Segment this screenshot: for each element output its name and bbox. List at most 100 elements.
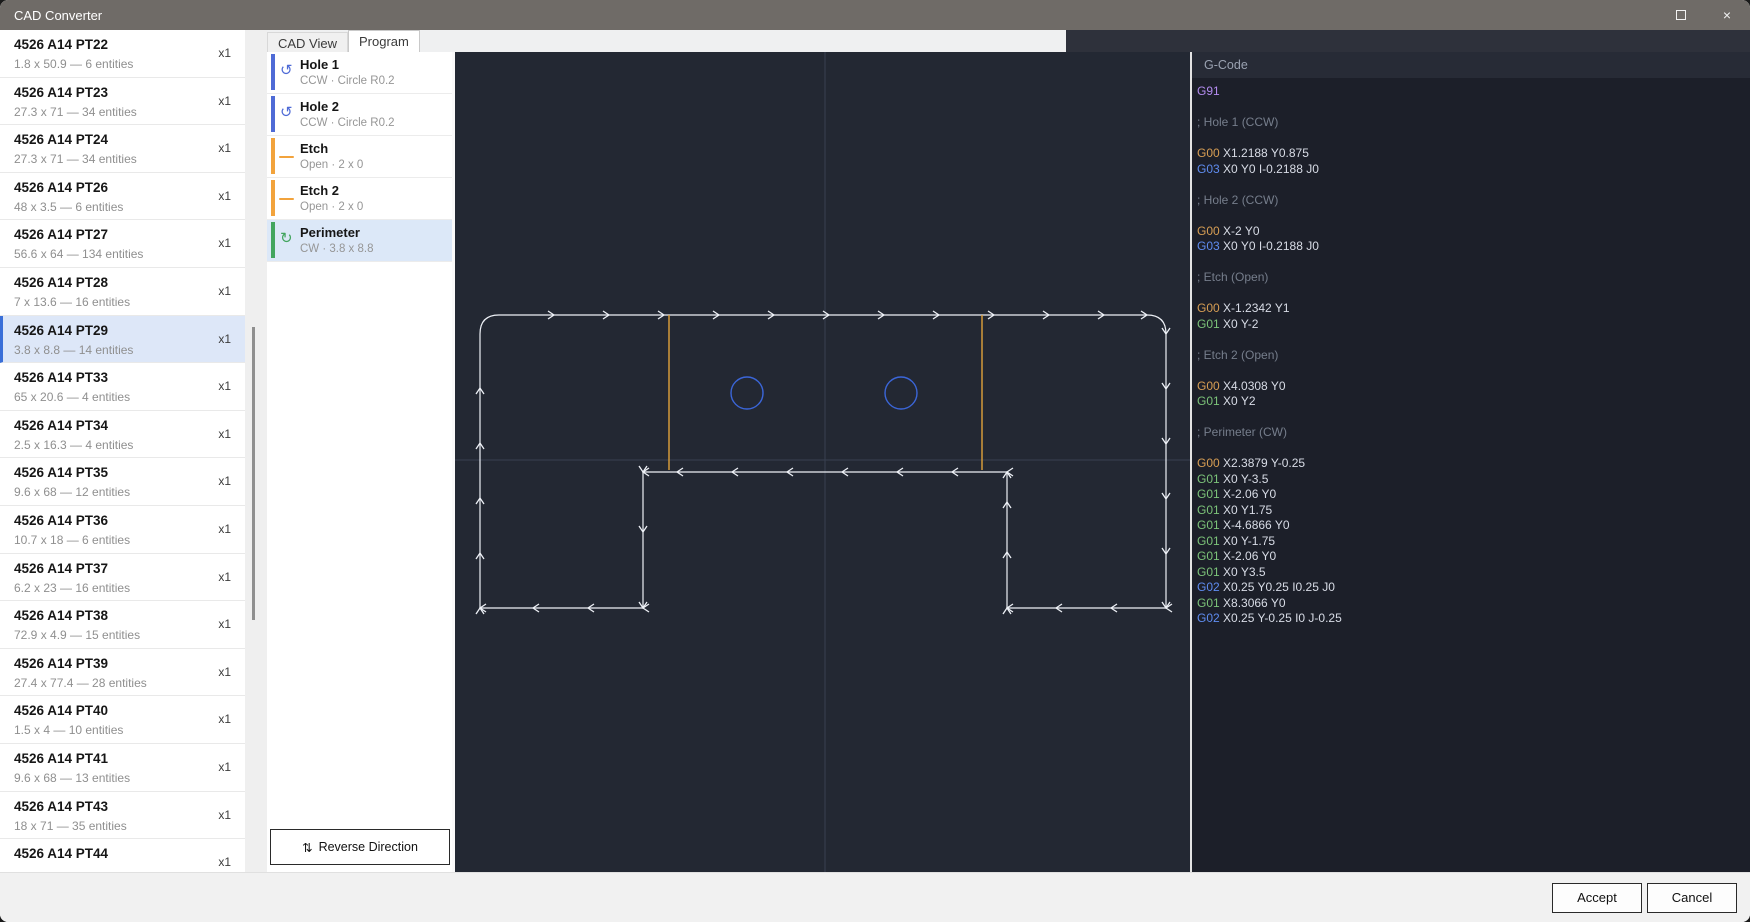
gcode-line: G00 X-1.2342 Y1 <box>1197 301 1750 317</box>
accept-button[interactable]: Accept <box>1552 883 1642 913</box>
part-list-item[interactable]: 4526 A14 PT22 1.8 x 50.9 — 6 entitiesx1 <box>0 30 245 78</box>
tab-program[interactable]: Program <box>348 30 420 52</box>
part-name: 4526 A14 PT38 <box>14 607 231 624</box>
operation-item[interactable]: EtchOpen · 2 x 0 <box>267 136 452 178</box>
maximize-button[interactable] <box>1658 0 1704 30</box>
topstrip-dark <box>1066 30 1750 52</box>
gcode-line: G02 X0.25 Y-0.25 I0 J-0.25 <box>1197 611 1750 627</box>
part-list-item[interactable]: 4526 A14 PT2427.3 x 71 — 34 entitiesx1 <box>0 125 245 173</box>
part-list-item[interactable]: 4526 A14 PT2327.3 x 71 — 34 entitiesx1 <box>0 78 245 126</box>
gcode-line: G01 X-2.06 Y0 <box>1197 487 1750 503</box>
part-list-item[interactable]: 4526 A14 PT3927.4 x 77.4 — 28 entitiesx1 <box>0 649 245 697</box>
operation-title: Hole 1 <box>300 57 446 72</box>
operation-color-bar <box>271 180 275 216</box>
part-quantity: x1 <box>218 855 231 869</box>
part-quantity: x1 <box>218 474 231 488</box>
gcode-line: ; Hole 1 (CCW) <box>1197 115 1750 131</box>
perimeter-path <box>480 315 1166 608</box>
operation-item[interactable]: ↻PerimeterCW · 3.8 x 8.8 <box>267 220 452 262</box>
part-list-item[interactable]: 4526 A14 PT376.2 x 23 — 16 entitiesx1 <box>0 554 245 602</box>
reverse-direction-label: Reverse Direction <box>319 840 418 854</box>
part-name: 4526 A14 PT41 <box>14 750 231 767</box>
part-name: 4526 A14 PT33 <box>14 369 231 386</box>
part-list-item[interactable]: 4526 A14 PT3872.9 x 4.9 — 15 entitiesx1 <box>0 601 245 649</box>
close-button[interactable]: × <box>1704 0 1750 30</box>
part-quantity: x1 <box>218 236 231 250</box>
part-quantity: x1 <box>218 284 231 298</box>
part-meta: 1.5 x 4 — 10 entities <box>14 723 231 737</box>
gcode-line: G00 X2.3879 Y-0.25 <box>1197 456 1750 472</box>
cancel-button[interactable]: Cancel <box>1647 883 1737 913</box>
part-name: 4526 A14 PT27 <box>14 226 231 243</box>
part-list-item[interactable]: 4526 A14 PT4318 x 71 — 35 entitiesx1 <box>0 792 245 840</box>
toolpath-drawing <box>455 52 1190 872</box>
part-list-item[interactable]: 4526 A14 PT44x1 <box>0 839 245 872</box>
part-name: 4526 A14 PT44 <box>14 845 231 862</box>
part-list-item[interactable]: 4526 A14 PT2648 x 3.5 — 6 entitiesx1 <box>0 173 245 221</box>
gcode-line: ; Hole 2 (CCW) <box>1197 193 1750 209</box>
gcode-line: ; Perimeter (CW) <box>1197 425 1750 441</box>
part-list-item[interactable]: 4526 A14 PT401.5 x 4 — 10 entitiesx1 <box>0 696 245 744</box>
parts-list: 4526 A14 PT221.8 x 50.9 — 6 entitiesx145… <box>0 30 245 872</box>
part-meta: 48 x 3.5 — 6 entities <box>14 200 231 214</box>
part-quantity: x1 <box>218 427 231 441</box>
tab-cad-view[interactable]: CAD View <box>267 32 348 52</box>
gcode-line <box>1197 100 1750 116</box>
gcode-line: G01 X0 Y2 <box>1197 394 1750 410</box>
parts-scrollbar-thumb[interactable] <box>252 327 255 620</box>
operation-title: Etch 2 <box>300 183 446 198</box>
gcode-line <box>1197 208 1750 224</box>
gcode-line: G01 X-2.06 Y0 <box>1197 549 1750 565</box>
part-meta: 9.6 x 68 — 13 entities <box>14 771 231 785</box>
gcode-header: G-Code <box>1192 52 1750 78</box>
part-name: 4526 A14 PT24 <box>14 131 231 148</box>
parts-scrollbar[interactable] <box>245 30 267 872</box>
part-quantity: x1 <box>218 808 231 822</box>
gcode-line: G01 X0 Y-2 <box>1197 317 1750 333</box>
gcode-line: G01 X0 Y-3.5 <box>1197 472 1750 488</box>
operation-subtitle: CCW · Circle R0.2 <box>300 117 446 129</box>
part-quantity: x1 <box>218 760 231 774</box>
cad-viewport[interactable] <box>455 52 1190 872</box>
part-quantity: x1 <box>218 189 231 203</box>
gcode-line: G02 X0.25 Y0.25 I0.25 J0 <box>1197 580 1750 596</box>
part-list-item[interactable]: 4526 A14 PT342.5 x 16.3 — 4 entitiesx1 <box>0 411 245 459</box>
gcode-line <box>1197 177 1750 193</box>
hole-circle-2 <box>885 377 917 409</box>
operation-title: Hole 2 <box>300 99 446 114</box>
part-quantity: x1 <box>218 617 231 631</box>
operation-subtitle: CW · 3.8 x 8.8 <box>300 243 446 255</box>
part-name: 4526 A14 PT22 <box>14 36 231 53</box>
part-list-item[interactable]: 4526 A14 PT27 56.6 x 64 — 134 entitiesx1 <box>0 220 245 268</box>
part-quantity: x1 <box>218 141 231 155</box>
part-meta: 56.6 x 64 — 134 entities <box>14 247 231 261</box>
part-quantity: x1 <box>218 570 231 584</box>
gcode-line: ; Etch (Open) <box>1197 270 1750 286</box>
cw-arrow-icon: ↻ <box>280 231 293 246</box>
part-list-item[interactable]: 4526 A14 PT3610.7 x 18 — 6 entitiesx1 <box>0 506 245 554</box>
titlebar[interactable]: CAD Converter × <box>0 0 1750 30</box>
operation-item[interactable]: ↺Hole 1CCW · Circle R0.2 <box>267 52 452 94</box>
part-list-item[interactable]: 4526 A14 PT3365 x 20.6 — 4 entitiesx1 <box>0 363 245 411</box>
reverse-direction-button[interactable]: ⇅ Reverse Direction <box>270 829 450 865</box>
gcode-line <box>1197 332 1750 348</box>
part-list-item[interactable]: 4526 A14 PT41 9.6 x 68 — 13 entitiesx1 <box>0 744 245 792</box>
part-quantity: x1 <box>218 46 231 60</box>
part-name: 4526 A14 PT39 <box>14 655 231 672</box>
operation-subtitle: CCW · Circle R0.2 <box>300 75 446 87</box>
part-meta: 1.8 x 50.9 — 6 entities <box>14 57 231 71</box>
part-list-item[interactable]: 4526 A14 PT293.8 x 8.8 — 14 entitiesx1 <box>0 316 245 364</box>
part-meta: 10.7 x 18 — 6 entities <box>14 533 231 547</box>
operation-item[interactable]: ↺Hole 2CCW · Circle R0.2 <box>267 94 452 136</box>
part-list-item[interactable]: 4526 A14 PT359.6 x 68 — 12 entitiesx1 <box>0 458 245 506</box>
line-icon <box>279 156 294 158</box>
part-meta: 9.6 x 68 — 12 entities <box>14 485 231 499</box>
part-list-item[interactable]: 4526 A14 PT287 x 13.6 — 16 entitiesx1 <box>0 268 245 316</box>
operation-title: Etch <box>300 141 446 156</box>
part-name: 4526 A14 PT43 <box>14 798 231 815</box>
operation-item[interactable]: Etch 2Open · 2 x 0 <box>267 178 452 220</box>
part-meta: 6.2 x 23 — 16 entities <box>14 581 231 595</box>
part-quantity: x1 <box>218 379 231 393</box>
operation-color-bar <box>271 222 275 258</box>
gcode-line: G00 X1.2188 Y0.875 <box>1197 146 1750 162</box>
